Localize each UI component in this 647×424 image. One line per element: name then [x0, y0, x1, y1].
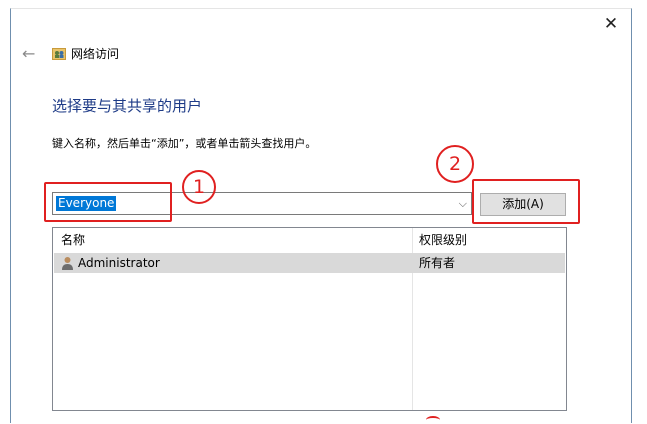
chevron-down-icon[interactable]: ⌵ [459, 196, 467, 211]
highlight-combo-box [44, 182, 172, 222]
step-2-marker: 2 [436, 145, 474, 183]
row-permission-level: 所有者 [419, 256, 456, 270]
row-user-name: Administrator [78, 256, 160, 270]
user-icon [62, 257, 73, 270]
page-heading: 选择要与其共享的用户 [52, 97, 203, 115]
column-header-permission[interactable]: 权限级别 [419, 232, 467, 248]
network-share-icon [52, 48, 66, 60]
step-1-marker: 1 [182, 170, 216, 204]
user-list[interactable]: 名称 权限级别 Administrator 所有者 [52, 227, 567, 411]
column-header-name[interactable]: 名称 [61, 232, 85, 248]
list-item[interactable]: Administrator 所有者 [54, 253, 565, 273]
list-header: 名称 权限级别 [53, 228, 566, 252]
annotation-mark [426, 416, 440, 424]
highlight-add-button [472, 179, 580, 224]
back-arrow-icon[interactable]: ← [22, 44, 35, 64]
instruction-text: 键入名称，然后单击“添加”，或者单击箭头查找用户。 [52, 137, 317, 150]
window-title: 网络访问 [71, 47, 120, 61]
close-icon[interactable]: ✕ [600, 14, 622, 34]
